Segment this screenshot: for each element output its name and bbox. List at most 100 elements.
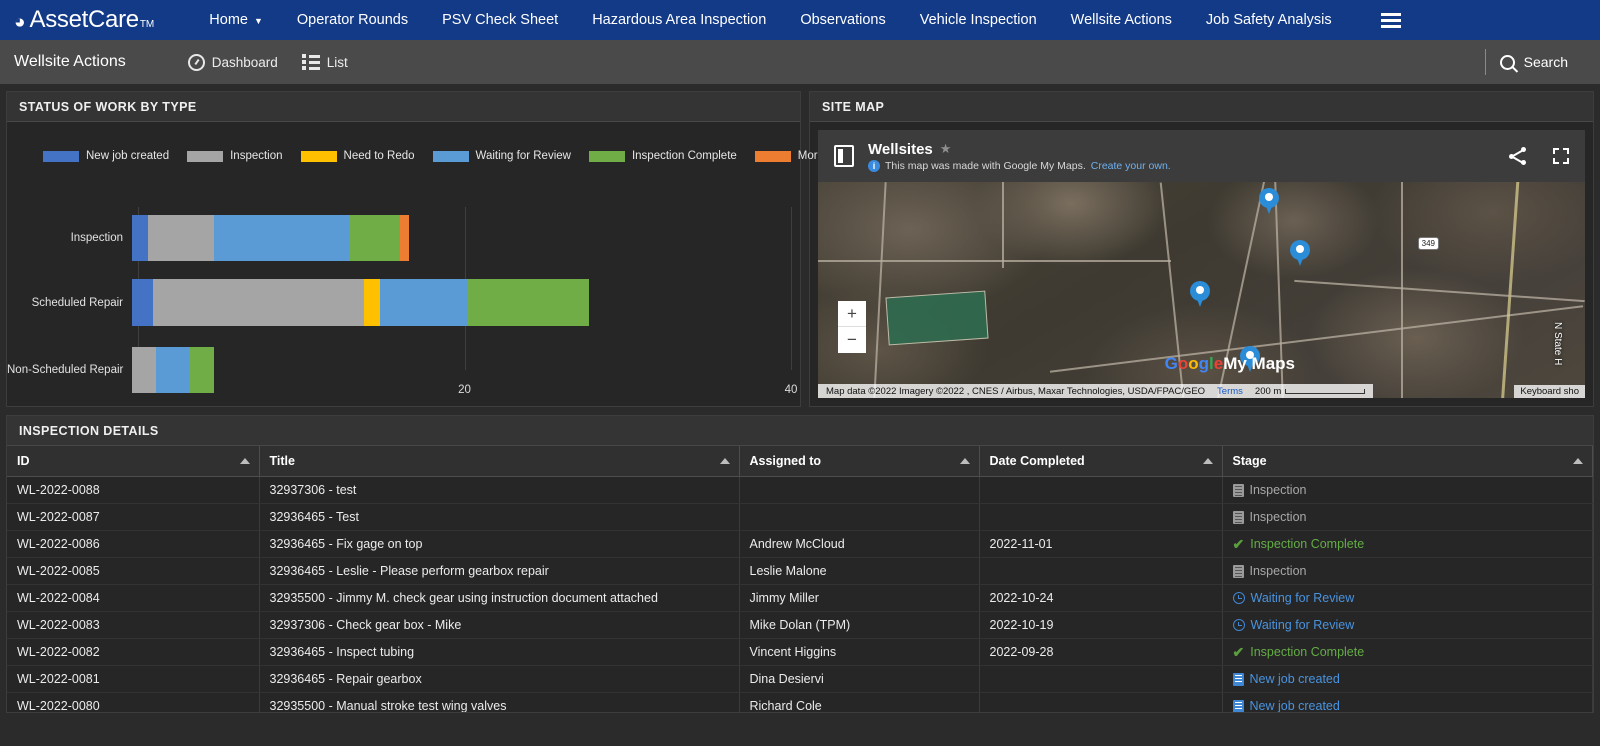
column-header-title[interactable]: Title (259, 446, 740, 477)
nav-item-observations[interactable]: Observations (783, 0, 902, 40)
nav-item-operator-rounds[interactable]: Operator Rounds (280, 0, 425, 40)
cell-title: 32935500 - Manual stroke test wing valve… (259, 692, 740, 712)
bar-segment-inspection[interactable] (153, 279, 364, 326)
table-row[interactable]: WL-2022-0082 32936465 - Inspect tubing Vin… (7, 638, 1593, 666)
sort-ascending-icon[interactable] (1573, 458, 1583, 464)
nav-item-vehicle-inspection[interactable]: Vehicle Inspection (903, 0, 1054, 40)
column-header-label: Assigned to (749, 454, 822, 468)
chart-stacked-bar[interactable] (132, 279, 590, 326)
table-row[interactable]: WL-2022-0081 32936465 - Repair gearbox Din… (7, 665, 1593, 693)
table-row[interactable]: WL-2022-0088 32937306 - test Inspection (7, 476, 1593, 504)
status-badge-label: New job created (1249, 699, 1340, 712)
legend-label: Inspection Complete (631, 150, 737, 162)
map-actions (1509, 147, 1569, 165)
chart-stacked-bar[interactable] (132, 215, 410, 261)
cell-stage: New job created (1222, 665, 1593, 693)
bar-segment-inspection-complete[interactable] (189, 347, 214, 393)
zoom-out-button[interactable]: − (838, 327, 866, 353)
nav-item-hazardous-area-inspection[interactable]: Hazardous Area Inspection (575, 0, 783, 40)
bar-segment-need-to-redo[interactable] (363, 279, 381, 326)
column-header-stage[interactable]: Stage (1222, 446, 1593, 477)
map-pin-icon[interactable] (1289, 240, 1310, 267)
bar-segment-waiting-for-review[interactable] (213, 215, 350, 261)
expand-icon[interactable] (1553, 148, 1569, 164)
logo-letter: g (1198, 354, 1209, 373)
chart-legend: New job created Inspection Need to Redo Wai… (7, 122, 896, 162)
keyboard-shortcuts-hint[interactable]: Keyboard sho (1514, 385, 1585, 398)
sort-ascending-icon[interactable] (959, 458, 970, 464)
bar-segment-more-info-required[interactable] (399, 215, 410, 261)
bar-segment-inspection-complete[interactable] (466, 279, 590, 326)
cell-title: 32936465 - Test (259, 503, 740, 531)
map-sidebar-toggle-icon[interactable] (834, 145, 854, 167)
table-row[interactable]: WL-2022-0080 32935500 - Manual stroke tes… (7, 692, 1593, 712)
zoom-in-button[interactable]: + (838, 301, 866, 327)
top-nav-items: Home ▼ Operator Rounds PSV Check Sheet Hazar… (192, 0, 1348, 40)
sort-ascending-icon[interactable] (239, 458, 250, 464)
table-row[interactable]: WL-2022-0084 32935500 - Jimmy M. check ge… (7, 584, 1593, 612)
cell-date-completed: 2022-09-28 (979, 638, 1223, 666)
chart-stacked-bar[interactable] (132, 347, 214, 393)
brand-name: AssetCare (29, 6, 139, 33)
view-tab-dashboard-label: Dashboard (211, 54, 278, 70)
share-icon[interactable] (1509, 147, 1527, 165)
map-pin-icon[interactable] (1259, 188, 1280, 215)
google-my-maps-embed[interactable]: Wellsites ★ i This map was made with Goo… (818, 130, 1585, 398)
bar-segment-inspection[interactable] (132, 347, 157, 393)
sort-ascending-icon[interactable] (719, 458, 730, 464)
sort-ascending-icon[interactable] (1202, 458, 1213, 464)
cell-assigned-to: Jimmy Miller (739, 584, 980, 612)
legend-item-need-to-redo[interactable]: Need to Redo (300, 150, 415, 162)
map-road (1400, 182, 1403, 398)
logo-letter: G (1164, 354, 1178, 373)
bar-segment-new-job-created[interactable] (132, 279, 154, 326)
column-header-date-completed[interactable]: Date Completed (979, 446, 1223, 477)
view-tab-list[interactable]: List (301, 54, 348, 70)
table-row[interactable]: WL-2022-0087 32936465 - Test Inspection (7, 503, 1593, 531)
bar-segment-inspection-complete[interactable] (349, 215, 400, 261)
table-row[interactable]: WL-2022-0086 32936465 - Fix gage on top An… (7, 530, 1593, 558)
search-button[interactable]: Search (1499, 54, 1568, 70)
table-row[interactable]: WL-2022-0085 32936465 - Leslie - Please p… (7, 557, 1593, 585)
nav-item-label: Job Safety Analysis (1205, 12, 1332, 28)
brand-logo[interactable]: ◕ AssetCare TM (10, 6, 154, 34)
map-pin-icon[interactable] (1189, 281, 1210, 308)
column-header-assigned-to[interactable]: Assigned to (739, 446, 980, 477)
view-tab-dashboard[interactable]: Dashboard (187, 53, 278, 71)
table-body: WL-2022-0088 32937306 - test Inspection WL-… (7, 476, 1593, 712)
cell-title: 32936465 - Leslie - Please perform gearb… (259, 557, 740, 585)
legend-label: Need to Redo (343, 150, 415, 162)
cell-date-completed (979, 557, 1223, 585)
nav-item-home[interactable]: Home ▼ (192, 0, 280, 40)
map-pond (885, 290, 989, 346)
logo-letter: o (1188, 354, 1199, 373)
cell-stage: Waiting for Review (1222, 611, 1593, 639)
terms-link[interactable]: Terms (1217, 386, 1243, 397)
bar-segment-waiting-for-review[interactable] (380, 279, 467, 326)
cell-date-completed: 2022-10-24 (979, 584, 1223, 612)
cell-date-completed (979, 692, 1223, 712)
create-your-own-link[interactable]: Create your own. (1091, 160, 1171, 172)
legend-swatch (187, 150, 224, 162)
legend-item-new-job-created[interactable]: New job created (43, 150, 169, 162)
hamburger-menu-icon[interactable] (1375, 9, 1407, 32)
inspection-details-table-wrapper[interactable]: ID Title Assigned to Date Completed Stage WL… (7, 446, 1593, 712)
nav-item-job-safety-analysis[interactable]: Job Safety Analysis (1189, 0, 1349, 40)
nav-item-psv-check-sheet[interactable]: PSV Check Sheet (425, 0, 575, 40)
y-axis-category-label: Non-Scheduled Repair (7, 364, 124, 376)
star-icon[interactable]: ★ (940, 141, 952, 157)
nav-item-wellsite-actions[interactable]: Wellsite Actions (1054, 0, 1189, 40)
table-row[interactable]: WL-2022-0083 32937306 - Check gear box - … (7, 611, 1593, 639)
cell-id: WL-2022-0085 (7, 557, 260, 585)
cell-date-completed (979, 503, 1223, 531)
legend-item-inspection-complete[interactable]: Inspection Complete (588, 150, 737, 162)
bar-segment-waiting-for-review[interactable] (156, 347, 190, 393)
bar-segment-inspection[interactable] (148, 215, 214, 261)
column-header-id[interactable]: ID (7, 446, 260, 477)
cell-title: 32937306 - test (259, 476, 740, 504)
legend-item-waiting-for-review[interactable]: Waiting for Review (432, 150, 571, 162)
bar-segment-new-job-created[interactable] (132, 215, 149, 261)
cell-date-completed (979, 476, 1223, 504)
logo-letter: e (1213, 354, 1224, 373)
legend-item-inspection[interactable]: Inspection (187, 150, 283, 162)
